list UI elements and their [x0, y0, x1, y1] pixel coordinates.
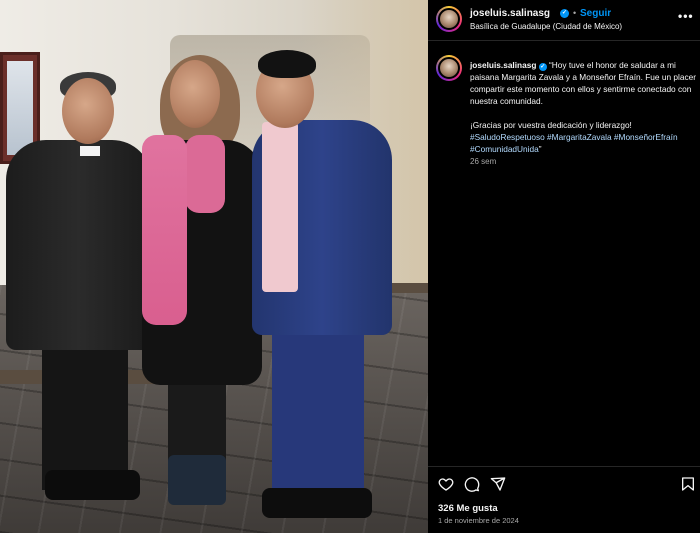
heart-icon[interactable]	[438, 476, 454, 492]
comment-icon[interactable]	[464, 476, 480, 492]
likes-count[interactable]: 326 Me gusta	[438, 503, 498, 514]
hashtag-link[interactable]: #MonseñorEfraín	[614, 132, 678, 142]
caption-author-avatar[interactable]	[436, 55, 462, 81]
caption-username[interactable]: joseluis.salinasg	[470, 60, 536, 70]
hashtag-link[interactable]: #MargaritaZavala	[547, 132, 612, 142]
caption-verified-badge-icon: ✓	[538, 63, 547, 71]
send-icon[interactable]	[490, 476, 506, 492]
caption-text-2: ¡Gracias por vuestra dedicación y lidera…	[470, 120, 632, 130]
post-date: 1 de noviembre de 2024	[438, 516, 519, 525]
author-username[interactable]: joseluis.salinasg	[470, 8, 550, 19]
separator-dot: •	[573, 8, 577, 18]
follow-button[interactable]: Seguir	[580, 8, 611, 19]
author-avatar[interactable]	[436, 6, 462, 32]
hashtag-link[interactable]: #SaludoRespetuoso	[470, 132, 545, 142]
post-header: joseluis.salinasg ✓ • Seguir Basílica de…	[428, 0, 700, 41]
caption-time-ago[interactable]: 26 sem	[470, 157, 496, 166]
more-options-icon[interactable]: •••	[678, 9, 694, 23]
post-photo[interactable]	[0, 0, 428, 533]
verified-badge-icon: ✓	[560, 9, 569, 18]
post-location[interactable]: Basílica de Guadalupe (Ciudad de México)	[470, 22, 622, 31]
bookmark-icon[interactable]	[680, 476, 696, 492]
post-side-panel: joseluis.salinasg ✓ • Seguir Basílica de…	[428, 0, 700, 533]
caption-closing-quote: ”	[538, 144, 542, 154]
hashtag-link[interactable]: #ComunidadUnida	[470, 144, 539, 154]
caption-paragraph-2: ¡Gracias por vuestra dedicación y lidera…	[470, 119, 696, 155]
post-caption: joseluis.salinasg ✓ “Hoy tuve el honor d…	[470, 59, 696, 155]
